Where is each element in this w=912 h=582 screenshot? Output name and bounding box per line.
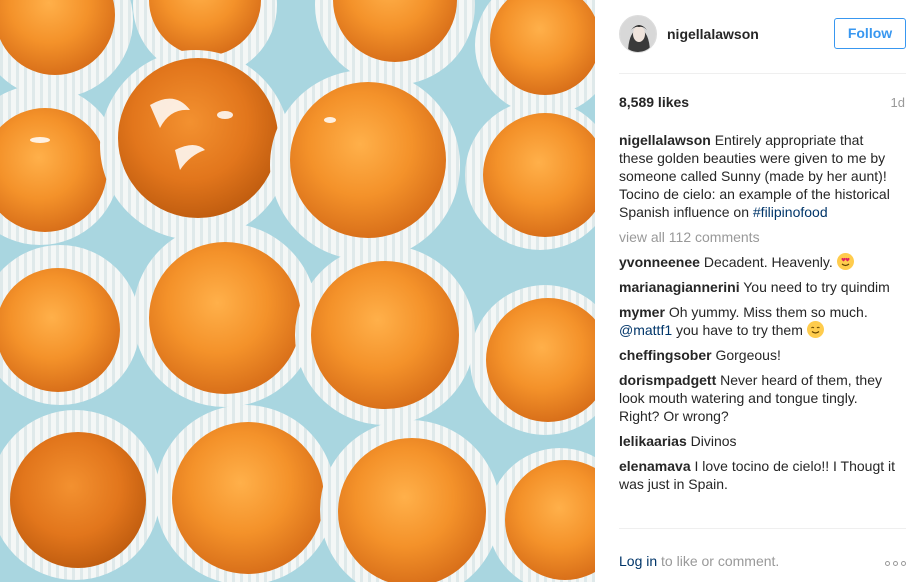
comment-text: Decadent. Heavenly. <box>703 254 833 270</box>
comment: marianagiannerini You need to try quindi… <box>619 278 899 296</box>
likes-count[interactable]: 8,589 likes <box>619 94 689 110</box>
comment-username[interactable]: lelikaarias <box>619 433 687 449</box>
caption-username[interactable]: nigellalawson <box>619 132 711 148</box>
divider <box>619 528 906 529</box>
avatar[interactable] <box>619 15 657 53</box>
profile-photo-icon <box>620 16 656 52</box>
post-header: nigellalawson Follow <box>619 15 906 55</box>
comment-text: Oh yummy. Miss them so much. <box>668 304 868 320</box>
comment: dorismpadgett Never heard of them, they … <box>619 371 899 425</box>
comments-list: nigellalawson Entirely appropriate that … <box>619 131 899 500</box>
dot <box>901 561 906 566</box>
hashtag-link[interactable]: #filipinofood <box>753 204 828 220</box>
comment-username[interactable]: dorismpadgett <box>619 372 716 388</box>
caption: nigellalawson Entirely appropriate that … <box>619 131 899 221</box>
dot <box>885 561 890 566</box>
post-photo[interactable] <box>0 0 595 582</box>
username[interactable]: nigellalawson <box>667 26 759 42</box>
post-details-panel: nigellalawson Follow 8,589 likes 1d nige… <box>595 0 912 582</box>
dot <box>893 561 898 566</box>
more-options-icon[interactable] <box>885 561 906 566</box>
comment-text: Divinos <box>690 433 737 449</box>
comment-username[interactable]: cheffingsober <box>619 347 712 363</box>
comment-username[interactable]: elenamava <box>619 458 691 474</box>
post-time[interactable]: 1d <box>891 95 905 110</box>
login-link[interactable]: Log in <box>619 553 657 569</box>
heart-eyes-emoji-icon <box>836 253 854 270</box>
smile-emoji-icon <box>806 321 824 338</box>
comment-username[interactable]: mymer <box>619 304 665 320</box>
login-suffix: to like or comment. <box>661 553 780 569</box>
comment-text: You need to try quindim <box>743 279 890 295</box>
comment: yvonneenee Decadent. Heavenly. <box>619 253 899 271</box>
mention-link[interactable]: @mattf1 <box>619 322 672 338</box>
login-prompt: Log in to like or comment. <box>619 553 779 569</box>
comment-username[interactable]: marianagiannerini <box>619 279 740 295</box>
view-all-comments-link[interactable]: view all 112 comments <box>619 228 899 246</box>
comment-text-continued: you have to try them <box>676 322 803 338</box>
comment-text: Gorgeous! <box>715 347 781 363</box>
comment: mymer Oh yummy. Miss them so much. @matt… <box>619 303 899 339</box>
follow-button[interactable]: Follow <box>834 18 906 49</box>
divider <box>619 73 906 74</box>
comment: elenamava I love tocino de cielo!! I Tho… <box>619 457 899 493</box>
tocino-de-cielo-image <box>0 0 595 582</box>
comment: lelikaarias Divinos <box>619 432 899 450</box>
comment: cheffingsober Gorgeous! <box>619 346 899 364</box>
comment-username[interactable]: yvonneenee <box>619 254 700 270</box>
